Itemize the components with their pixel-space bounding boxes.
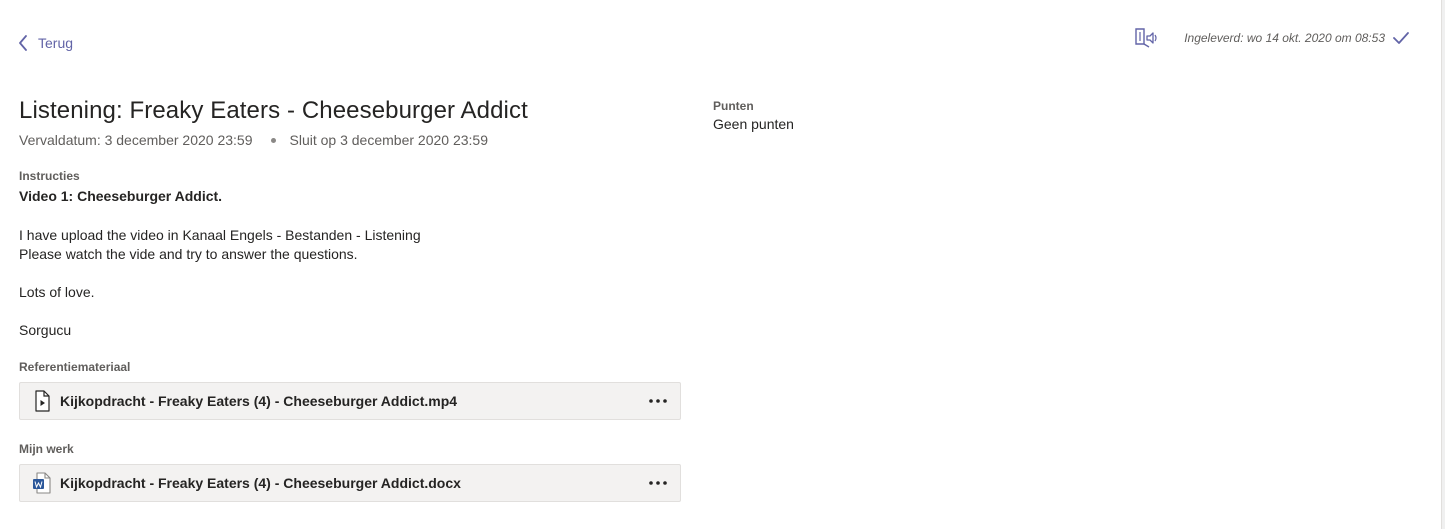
more-options-button[interactable] xyxy=(646,471,670,495)
assignment-title: Listening: Freaky Eaters - Cheeseburger … xyxy=(19,97,528,124)
close-date: Sluit op 3 december 2020 23:59 xyxy=(289,132,488,148)
word-file-icon xyxy=(33,472,51,494)
separator-dot xyxy=(270,137,276,143)
my-work-label: Mijn werk xyxy=(19,442,74,456)
instructions-line: Lots of love. xyxy=(19,284,95,300)
points-label: Punten xyxy=(713,99,754,113)
instructions-label: Instructies xyxy=(19,169,80,183)
instructions-line: Please watch the vide and try to answer … xyxy=(19,246,358,262)
back-button[interactable]: Terug xyxy=(18,35,73,51)
chevron-left-icon xyxy=(19,35,27,51)
checkmark-icon xyxy=(1393,32,1409,44)
scrollbar-track[interactable] xyxy=(1441,0,1445,529)
more-icon xyxy=(649,399,667,403)
submission-status: Ingeleverd: wo 14 okt. 2020 om 08:53 xyxy=(1134,27,1409,49)
immersive-reader-icon[interactable] xyxy=(1134,27,1160,49)
video-file-icon xyxy=(35,390,50,412)
more-options-button[interactable] xyxy=(646,389,670,413)
instructions-line: Sorgucu xyxy=(19,322,72,338)
more-icon xyxy=(649,481,667,485)
instructions-line: I have upload the video in Kanaal Engels… xyxy=(19,227,421,243)
my-work-file-name: Kijkopdracht - Freaky Eaters (4) - Chees… xyxy=(60,475,461,491)
my-work-file-card[interactable]: Kijkopdracht - Freaky Eaters (4) - Chees… xyxy=(19,464,681,502)
submitted-status-text: Ingeleverd: wo 14 okt. 2020 om 08:53 xyxy=(1184,31,1385,45)
back-label: Terug xyxy=(38,35,74,51)
points-value: Geen punten xyxy=(713,116,794,132)
instructions-heading: Video 1: Cheeseburger Addict. xyxy=(19,188,223,204)
due-date: Vervaldatum: 3 december 2020 23:59 xyxy=(19,132,253,148)
assignment-page: Terug Ingeleverd: wo 14 okt. 2020 om 08:… xyxy=(0,0,1445,529)
reference-material-label: Referentiemateriaal xyxy=(19,360,131,374)
reference-file-card[interactable]: Kijkopdracht - Freaky Eaters (4) - Chees… xyxy=(19,382,681,420)
reference-file-name: Kijkopdracht - Freaky Eaters (4) - Chees… xyxy=(60,393,458,409)
assignment-dates: Vervaldatum: 3 december 2020 23:59 Sluit… xyxy=(19,132,488,148)
